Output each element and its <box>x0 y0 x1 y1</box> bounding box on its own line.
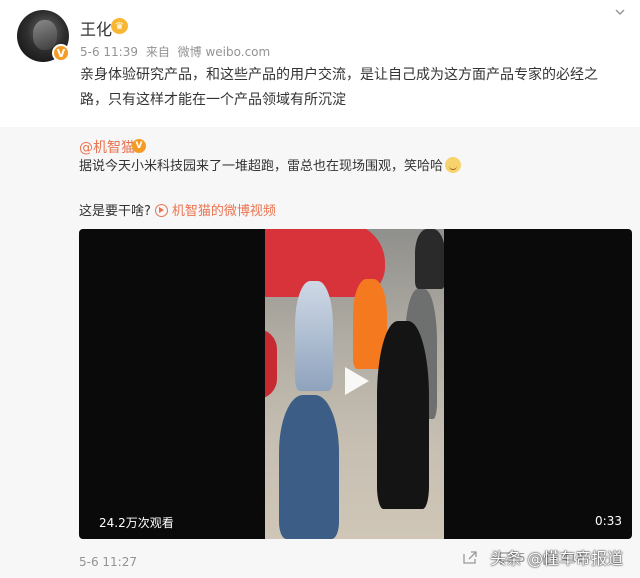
repost-question: 这是要干啥? <box>79 204 151 219</box>
person-shape <box>415 229 444 289</box>
person-shape <box>279 395 339 539</box>
avatar-face <box>33 20 57 50</box>
watermark: 头条 @懂车帝报道 <box>490 549 624 568</box>
repost-text-line: 据说今天小米科技园来了一堆超跑，雷总也在现场围观，笑哈哈 <box>79 157 462 177</box>
video-link[interactable]: 机智猫的微博视频 <box>172 204 276 219</box>
share-icon[interactable] <box>462 551 478 565</box>
post-source: 微博 weibo.com <box>177 45 271 59</box>
repost-card: @机智猫 V 据说今天小米科技园来了一堆超跑，雷总也在现场围观，笑哈哈 这是要干… <box>0 127 640 578</box>
video-link-icon <box>154 204 168 217</box>
repost-timestamp[interactable]: 5-6 11:27 <box>79 555 137 569</box>
repost-text: 据说今天小米科技园来了一堆超跑，雷总也在现场围观，笑哈哈 <box>79 159 444 174</box>
post-meta: 5-6 11:39 来自 微博 weibo.com <box>80 43 270 60</box>
video-duration: 0:33 <box>595 514 622 528</box>
repost-username[interactable]: @机智猫 <box>79 137 135 157</box>
person-shape <box>295 281 333 391</box>
chevron-down-icon[interactable] <box>614 6 626 18</box>
video-views: 24.2万次观看 <box>99 516 174 530</box>
repost-question-line: 这是要干啥? 机智猫的微博视频 <box>79 200 276 219</box>
post-text: 亲身体验研究产品，和这些产品的用户交流，是让自己成为这方面产品专家的必经之路，只… <box>80 67 598 108</box>
play-icon[interactable] <box>337 363 373 399</box>
laugh-emoji-icon <box>445 157 462 173</box>
verified-badge-icon: V <box>52 44 70 62</box>
gold-verified-icon: V <box>132 139 146 153</box>
video-player[interactable]: 24.2万次观看 0:33 <box>79 229 632 539</box>
post-username[interactable]: 王化 <box>80 16 112 40</box>
red-car-shape-2 <box>265 329 277 399</box>
post-timestamp[interactable]: 5-6 11:39 <box>80 45 138 59</box>
post-source-prefix: 来自 <box>145 45 170 59</box>
member-crown-icon: ♛ <box>111 18 128 34</box>
person-shape <box>377 321 429 509</box>
